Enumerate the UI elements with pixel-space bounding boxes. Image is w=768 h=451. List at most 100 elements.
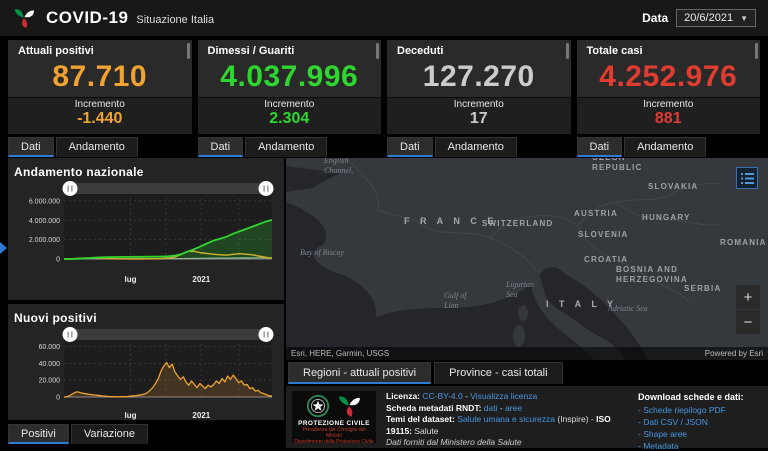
andamento-nazionale-chart[interactable]: 0 2.000.000 4.000.000 6.000.000 lug 2021 bbox=[14, 181, 278, 285]
increment-value: 2.304 bbox=[198, 110, 382, 127]
tab-regioni-attuali-positivi[interactable]: Regioni - attuali positivi bbox=[288, 362, 431, 384]
tab-variazione[interactable]: Variazione bbox=[71, 424, 148, 444]
increment-label: Incremento bbox=[577, 99, 761, 110]
rndt-aree-link[interactable]: aree bbox=[505, 403, 522, 413]
chart-title: Andamento nazionale bbox=[14, 165, 278, 179]
card-value: 4.252.976 bbox=[577, 57, 761, 97]
svg-text:2.000.000: 2.000.000 bbox=[29, 237, 60, 244]
tab-andamento[interactable]: Andamento bbox=[245, 137, 327, 157]
date-label: Data bbox=[642, 11, 668, 25]
iso-value: Salute bbox=[412, 426, 438, 436]
separator: (Inspire) - bbox=[555, 414, 596, 424]
nuovi-positivi-chart[interactable]: 020.00040.00060.000lug2021 bbox=[14, 327, 278, 421]
rndt-line: Scheda metadati RNDT: dati - aree bbox=[386, 403, 628, 415]
tab-dati[interactable]: Dati bbox=[577, 137, 623, 157]
tab-positivi[interactable]: Positivi bbox=[8, 424, 69, 444]
svg-text:6.000.000: 6.000.000 bbox=[29, 198, 60, 205]
map-attribution: Esri, HERE, Garmin, USGS Powered by Esri bbox=[286, 347, 768, 360]
tab-dati[interactable]: Dati bbox=[8, 137, 54, 157]
basemap-svg bbox=[286, 158, 768, 360]
card-attuali-positivi: Attuali positivi 87.710 Incremento -1.44… bbox=[8, 40, 192, 134]
card-title: Totale casi bbox=[577, 40, 761, 57]
increment-value: 17 bbox=[387, 110, 571, 127]
svg-text:0: 0 bbox=[56, 395, 60, 402]
app-title: COVID-19 bbox=[46, 8, 128, 28]
logo-title: PROTEZIONE CIVILE bbox=[298, 420, 370, 427]
zoom-out-button[interactable]: − bbox=[736, 310, 760, 334]
download-title: Download schede e dati: bbox=[638, 391, 760, 403]
card-deceduti: Deceduti 127.270 Incremento 17 bbox=[387, 40, 571, 134]
logo-subtitle-1: Presidenza del Consiglio dei Ministri bbox=[294, 427, 374, 439]
date-value: 20/6/2021 bbox=[684, 12, 733, 24]
svg-text:lug: lug bbox=[125, 411, 137, 420]
expand-panel-arrow[interactable] bbox=[0, 242, 7, 254]
svg-text:0: 0 bbox=[56, 257, 60, 264]
svg-text:40.000: 40.000 bbox=[39, 361, 61, 368]
card-dimessi-guariti: Dimessi / Guariti 4.037.996 Incremento 2… bbox=[198, 40, 382, 134]
card-title: Deceduti bbox=[387, 40, 571, 57]
rndt-label: Scheda metadati RNDT: bbox=[386, 403, 481, 413]
card-value: 4.037.996 bbox=[198, 57, 382, 97]
licenza-label: Licenza: bbox=[386, 391, 420, 401]
separator: - bbox=[498, 403, 506, 413]
rndt-dati-link[interactable]: dati bbox=[484, 403, 498, 413]
tab-andamento[interactable]: Andamento bbox=[435, 137, 517, 157]
svg-text:2021: 2021 bbox=[192, 411, 210, 420]
app-header: COVID-19 Situazione Italia Data 20/6/202… bbox=[0, 0, 768, 36]
card-title: Dimessi / Guariti bbox=[198, 40, 382, 57]
italy-map[interactable]: English Channel,CZECH REPUBLICSLOVAKIAF … bbox=[286, 158, 768, 360]
licenza-line: Licenza: CC-BY-4.0 - Visualizza licenza bbox=[386, 391, 628, 403]
info-panel: Regioni - attuali positivi Province - ca… bbox=[286, 362, 768, 451]
download-csv-json-link[interactable]: - Dati CSV / JSON bbox=[638, 416, 760, 428]
svg-text:lug: lug bbox=[125, 275, 137, 284]
licenza-link[interactable]: CC-BY-4.0 bbox=[422, 391, 462, 401]
visualizza-licenza-link[interactable]: Visualizza licenza bbox=[470, 391, 537, 401]
protezione-civile-logo-icon bbox=[336, 394, 362, 418]
increment-label: Incremento bbox=[8, 99, 192, 110]
card-scrollbar[interactable] bbox=[566, 43, 569, 59]
tab-dati[interactable]: Dati bbox=[198, 137, 244, 157]
tab-andamento[interactable]: Andamento bbox=[56, 137, 138, 157]
republic-emblem-icon bbox=[306, 394, 330, 418]
dataset-info: Licenza: CC-BY-4.0 - Visualizza licenza … bbox=[386, 391, 628, 443]
increment-value: 881 bbox=[577, 110, 761, 127]
fonte-line: Dati forniti dal Ministero della Salute bbox=[386, 437, 628, 449]
salute-umana-link[interactable]: Salute umana e sicurezza bbox=[457, 414, 555, 424]
chart-title: Nuovi positivi bbox=[14, 311, 278, 325]
svg-text:4.000.000: 4.000.000 bbox=[29, 218, 60, 225]
protezione-civile-logo-icon bbox=[12, 7, 36, 29]
card-value: 87.710 bbox=[8, 57, 192, 97]
panel-andamento-nazionale: Andamento nazionale 0 2.000.000 4.000.000 6… bbox=[8, 158, 284, 300]
card-scrollbar[interactable] bbox=[187, 43, 190, 59]
download-pdf-link[interactable]: - Schede riepilogo PDF bbox=[638, 404, 760, 416]
svg-text:2021: 2021 bbox=[192, 275, 210, 284]
download-block: Download schede e dati: - Schede riepilo… bbox=[638, 391, 760, 443]
increment-value: -1.440 bbox=[8, 110, 192, 127]
panel-nuovi-positivi: Nuovi positivi 020.00040.00060.000lug202… bbox=[8, 304, 284, 420]
download-metadata-link[interactable]: - Metadata bbox=[638, 440, 760, 451]
attribution-sources: Esri, HERE, Garmin, USGS bbox=[291, 349, 389, 358]
legend-list-icon bbox=[741, 172, 754, 185]
card-totale-casi: Totale casi 4.252.976 Incremento 881 bbox=[577, 40, 761, 134]
increment-label: Incremento bbox=[387, 99, 571, 110]
tab-andamento[interactable]: Andamento bbox=[624, 137, 706, 157]
stat-cards-row: Attuali positivi 87.710 Incremento -1.44… bbox=[8, 40, 760, 157]
temi-label: Temi del dataset: bbox=[386, 414, 455, 424]
powered-by-esri: Powered by Esri bbox=[705, 349, 763, 358]
svg-text:20.000: 20.000 bbox=[39, 378, 61, 385]
download-shape-link[interactable]: - Shape aree bbox=[638, 428, 760, 440]
protezione-civile-logo-block: PROTEZIONE CIVILE Presidenza del Consigl… bbox=[292, 391, 376, 443]
date-dropdown[interactable]: 20/6/2021 ▼ bbox=[676, 9, 756, 27]
card-scrollbar[interactable] bbox=[376, 43, 379, 59]
logo-subtitle-2: Dipartimento della Protezione Civile bbox=[294, 439, 373, 445]
app-subtitle: Situazione Italia bbox=[136, 14, 214, 26]
charts-column: Andamento nazionale 0 2.000.000 4.000.000 6… bbox=[8, 158, 284, 444]
tab-province-casi-totali[interactable]: Province - casi totali bbox=[434, 362, 562, 384]
temi-line: Temi del dataset: Salute umana e sicurez… bbox=[386, 414, 628, 437]
card-title: Attuali positivi bbox=[8, 40, 192, 57]
zoom-in-button[interactable]: + bbox=[736, 285, 760, 309]
card-scrollbar[interactable] bbox=[755, 43, 758, 59]
legend-button[interactable] bbox=[736, 167, 758, 189]
tab-dati[interactable]: Dati bbox=[387, 137, 433, 157]
card-value: 127.270 bbox=[387, 57, 571, 97]
